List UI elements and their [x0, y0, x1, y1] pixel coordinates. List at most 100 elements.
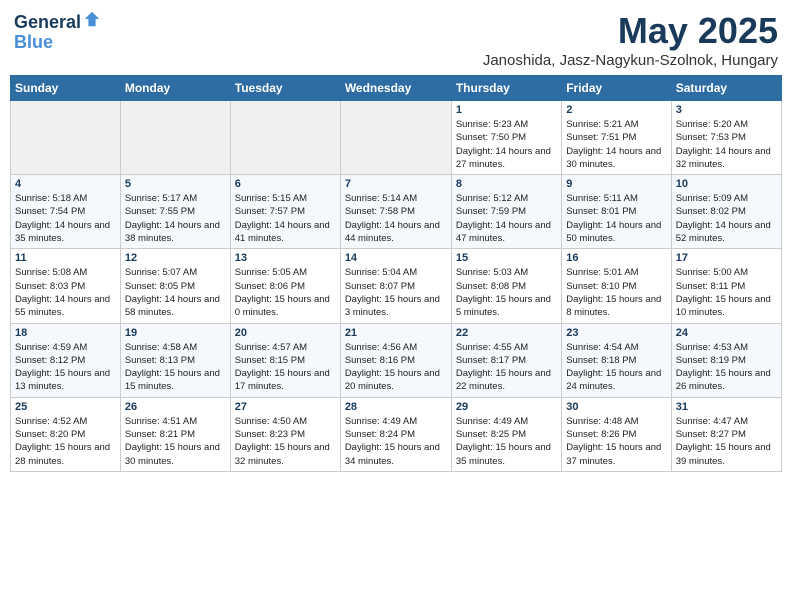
calendar-week-row: 4 Sunrise: 5:18 AMSunset: 7:54 PMDaylight…: [11, 175, 782, 249]
day-number: 26: [125, 401, 226, 413]
weekday-header: Wednesday: [340, 76, 451, 101]
calendar-body: 1Sunrise: 5:23 AMSunset: 7:50 PMDaylight…: [11, 101, 782, 472]
weekday-header: Sunday: [11, 76, 121, 101]
day-content: Sunrise: 5:21 AMSunset: 7:51 PMDaylight:…: [566, 118, 666, 171]
day-content: Sunrise: 5:08 AMSunset: 8:03 PMDaylight:…: [15, 266, 116, 319]
day-content: Sunrise: 5:09 AMSunset: 8:02 PMDaylight:…: [676, 192, 777, 245]
day-number: 23: [566, 327, 666, 339]
day-content: Sunrise: 5:17 AMSunset: 7:55 PMDaylight:…: [125, 192, 226, 245]
day-number: 29: [456, 401, 557, 413]
calendar-cell: 10 Sunrise: 5:09 AMSunset: 8:02 PMDayligh…: [671, 175, 781, 249]
day-number: 14: [345, 252, 447, 264]
day-content: Sunrise: 5:15 AMSunset: 7:57 PMDaylight:…: [235, 192, 336, 245]
title-area: May 2025 Janoshida, Jasz-Nagykun-Szolnok…: [483, 10, 778, 69]
calendar-cell: 18 Sunrise: 4:59 AMSunset: 8:12 PMDayligh…: [11, 323, 121, 397]
day-number: 10: [676, 178, 777, 190]
calendar-cell: 9 Sunrise: 5:11 AMSunset: 8:01 PMDaylight…: [562, 175, 671, 249]
day-number: 31: [676, 401, 777, 413]
day-number: 18: [15, 327, 116, 339]
day-number: 28: [345, 401, 447, 413]
weekday-header: Thursday: [451, 76, 561, 101]
day-content: Sunrise: 5:11 AMSunset: 8:01 PMDaylight:…: [566, 192, 666, 245]
day-number: 12: [125, 252, 226, 264]
calendar-cell: 23 Sunrise: 4:54 AMSunset: 8:18 PMDayligh…: [562, 323, 671, 397]
day-content: Sunrise: 5:20 AMSunset: 7:53 PMDaylight:…: [676, 118, 777, 171]
logo-blue: Blue: [14, 33, 101, 53]
day-number: 25: [15, 401, 116, 413]
day-number: 1: [456, 104, 557, 116]
day-number: 4: [15, 178, 116, 190]
weekday-header: Saturday: [671, 76, 781, 101]
month-title: May 2025: [483, 10, 778, 52]
day-content: Sunrise: 4:58 AMSunset: 8:13 PMDaylight:…: [125, 341, 226, 394]
day-number: 5: [125, 178, 226, 190]
calendar-header-row: SundayMondayTuesdayWednesdayThursdayFrid…: [11, 76, 782, 101]
day-number: 19: [125, 327, 226, 339]
day-number: 17: [676, 252, 777, 264]
day-content: Sunrise: 4:55 AMSunset: 8:17 PMDaylight:…: [456, 341, 557, 394]
calendar-cell: 21Sunrise: 4:56 AMSunset: 8:16 PMDayligh…: [340, 323, 451, 397]
calendar-cell: 25Sunrise: 4:52 AMSunset: 8:20 PMDayligh…: [11, 397, 121, 471]
calendar-week-row: 1Sunrise: 5:23 AMSunset: 7:50 PMDaylight…: [11, 101, 782, 175]
calendar-cell: [120, 101, 230, 175]
calendar-cell: 24Sunrise: 4:53 AMSunset: 8:19 PMDayligh…: [671, 323, 781, 397]
day-number: 8: [456, 178, 557, 190]
calendar-cell: 15 Sunrise: 5:03 AMSunset: 8:08 PMDayligh…: [451, 249, 561, 323]
calendar-cell: 5 Sunrise: 5:17 AMSunset: 7:55 PMDaylight…: [120, 175, 230, 249]
page-header: General Blue May 2025 Janoshida, Jasz-Na…: [10, 10, 782, 69]
calendar-cell: 28 Sunrise: 4:49 AMSunset: 8:24 PMDayligh…: [340, 397, 451, 471]
day-content: Sunrise: 4:48 AMSunset: 8:26 PMDaylight:…: [566, 415, 666, 468]
day-number: 7: [345, 178, 447, 190]
day-content: Sunrise: 5:12 AMSunset: 7:59 PMDaylight:…: [456, 192, 557, 245]
day-content: Sunrise: 4:50 AMSunset: 8:23 PMDaylight:…: [235, 415, 336, 468]
day-content: Sunrise: 5:01 AMSunset: 8:10 PMDaylight:…: [566, 266, 666, 319]
day-number: 2: [566, 104, 666, 116]
calendar-cell: 8 Sunrise: 5:12 AMSunset: 7:59 PMDaylight…: [451, 175, 561, 249]
calendar-cell: 4 Sunrise: 5:18 AMSunset: 7:54 PMDaylight…: [11, 175, 121, 249]
logo-text: General: [14, 10, 101, 33]
calendar-cell: [11, 101, 121, 175]
day-content: Sunrise: 5:18 AMSunset: 7:54 PMDaylight:…: [15, 192, 116, 245]
day-number: 27: [235, 401, 336, 413]
calendar-table: SundayMondayTuesdayWednesdayThursdayFrid…: [10, 75, 782, 472]
day-content: Sunrise: 4:54 AMSunset: 8:18 PMDaylight:…: [566, 341, 666, 394]
day-number: 30: [566, 401, 666, 413]
day-number: 11: [15, 252, 116, 264]
calendar-cell: 26 Sunrise: 4:51 AMSunset: 8:21 PMDayligh…: [120, 397, 230, 471]
day-number: 9: [566, 178, 666, 190]
day-content: Sunrise: 4:51 AMSunset: 8:21 PMDaylight:…: [125, 415, 226, 468]
day-number: 21: [345, 327, 447, 339]
location: Janoshida, Jasz-Nagykun-Szolnok, Hungary: [483, 52, 778, 69]
day-number: 24: [676, 327, 777, 339]
day-number: 15: [456, 252, 557, 264]
day-content: Sunrise: 4:47 AMSunset: 8:27 PMDaylight:…: [676, 415, 777, 468]
calendar-cell: 29 Sunrise: 4:49 AMSunset: 8:25 PMDayligh…: [451, 397, 561, 471]
day-content: Sunrise: 4:57 AMSunset: 8:15 PMDaylight:…: [235, 341, 336, 394]
calendar-week-row: 18 Sunrise: 4:59 AMSunset: 8:12 PMDayligh…: [11, 323, 782, 397]
calendar-cell: 11 Sunrise: 5:08 AMSunset: 8:03 PMDayligh…: [11, 249, 121, 323]
day-number: 13: [235, 252, 336, 264]
calendar-cell: 3 Sunrise: 5:20 AMSunset: 7:53 PMDaylight…: [671, 101, 781, 175]
calendar-cell: 31 Sunrise: 4:47 AMSunset: 8:27 PMDayligh…: [671, 397, 781, 471]
day-number: 6: [235, 178, 336, 190]
day-content: Sunrise: 5:07 AMSunset: 8:05 PMDaylight:…: [125, 266, 226, 319]
calendar-cell: 30 Sunrise: 4:48 AMSunset: 8:26 PMDayligh…: [562, 397, 671, 471]
calendar-cell: 12 Sunrise: 5:07 AMSunset: 8:05 PMDayligh…: [120, 249, 230, 323]
weekday-header: Friday: [562, 76, 671, 101]
calendar-cell: [230, 101, 340, 175]
day-content: Sunrise: 5:03 AMSunset: 8:08 PMDaylight:…: [456, 266, 557, 319]
day-content: Sunrise: 4:59 AMSunset: 8:12 PMDaylight:…: [15, 341, 116, 394]
calendar-cell: 17Sunrise: 5:00 AMSunset: 8:11 PMDayligh…: [671, 249, 781, 323]
day-content: Sunrise: 4:49 AMSunset: 8:25 PMDaylight:…: [456, 415, 557, 468]
weekday-header: Monday: [120, 76, 230, 101]
day-number: 3: [676, 104, 777, 116]
calendar-cell: 19 Sunrise: 4:58 AMSunset: 8:13 PMDayligh…: [120, 323, 230, 397]
calendar-cell: 16Sunrise: 5:01 AMSunset: 8:10 PMDayligh…: [562, 249, 671, 323]
day-number: 22: [456, 327, 557, 339]
calendar-cell: 27 Sunrise: 4:50 AMSunset: 8:23 PMDayligh…: [230, 397, 340, 471]
calendar-cell: 20Sunrise: 4:57 AMSunset: 8:15 PMDayligh…: [230, 323, 340, 397]
calendar-cell: 7Sunrise: 5:14 AMSunset: 7:58 PMDaylight…: [340, 175, 451, 249]
logo: General Blue: [14, 10, 101, 53]
weekday-header: Tuesday: [230, 76, 340, 101]
day-content: Sunrise: 4:49 AMSunset: 8:24 PMDaylight:…: [345, 415, 447, 468]
